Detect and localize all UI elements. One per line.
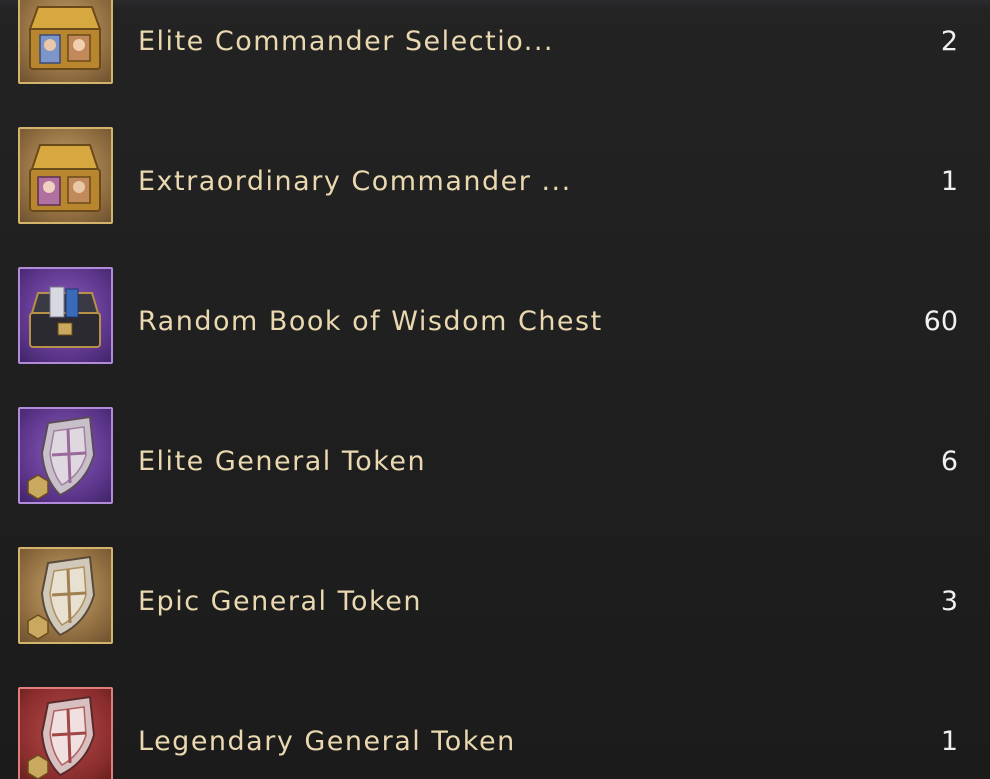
item-name: Elite General Token [138,446,427,477]
item-list-panel: Elite Commander Selectio... 2 Extraordin… [0,0,990,779]
item-count: 3 [940,586,958,617]
book-chest-icon [18,267,113,364]
shield-token-icon [18,547,113,644]
item-count: 2 [940,26,958,57]
gold-chest-icon [18,127,113,224]
list-item[interactable]: Extraordinary Commander ... 1 [0,114,990,254]
item-count: 1 [940,726,958,757]
item-count: 1 [940,166,958,197]
list-item[interactable]: Epic General Token 3 [0,534,990,674]
list-item[interactable]: Elite Commander Selectio... 2 [0,0,990,114]
item-name: Extraordinary Commander ... [138,166,572,197]
gold-chest-icon [18,0,113,84]
list-item[interactable]: Legendary General Token 1 [0,674,990,779]
item-name: Epic General Token [138,586,422,617]
list-item[interactable]: Elite General Token 6 [0,394,990,534]
list-item[interactable]: Random Book of Wisdom Chest 60 [0,254,990,394]
item-name: Elite Commander Selectio... [138,26,554,57]
item-count: 60 [923,306,958,337]
item-count: 6 [940,446,958,477]
item-name: Random Book of Wisdom Chest [138,306,603,337]
shield-token-icon [18,407,113,504]
shield-token-icon [18,687,113,779]
item-name: Legendary General Token [138,726,516,757]
